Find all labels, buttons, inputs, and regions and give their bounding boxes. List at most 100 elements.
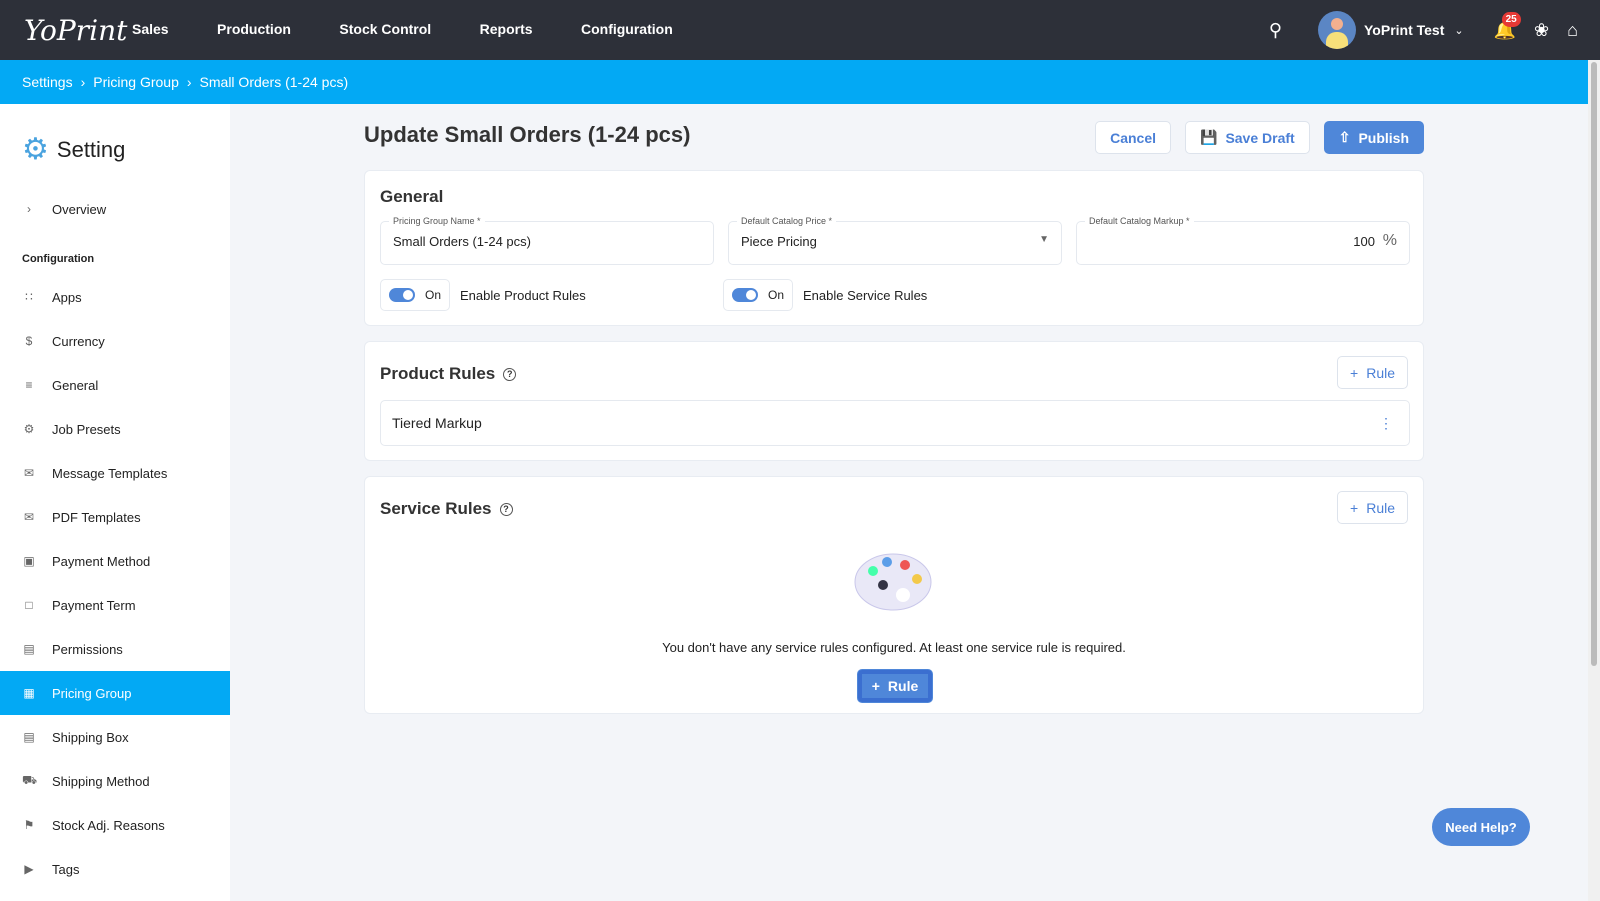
sidebar-item-general[interactable]: ≡ General (0, 363, 230, 407)
list-item[interactable]: Tiered Markup ⋮ (380, 400, 1410, 446)
add-rule-label: Rule (1366, 499, 1395, 516)
sidebar-icon: ⚙ (23, 422, 35, 436)
nav-sales[interactable]: Sales (132, 21, 169, 37)
breadcrumb-current: Small Orders (1-24 pcs) (199, 74, 349, 90)
sidebar-item-pdf-templates[interactable]: ✉ PDF Templates (0, 495, 230, 539)
sidebar-section: Configuration (22, 253, 95, 265)
chevron-right-icon: › (80, 74, 86, 90)
aperture-icon[interactable]: ❀ (1534, 20, 1549, 41)
notification-badge: 25 (1501, 11, 1521, 27)
field-label: Default Catalog Price * (737, 216, 837, 226)
add-rule-label: Rule (887, 678, 919, 694)
logo[interactable]: YoPrint (24, 14, 132, 47)
field-value: Small Orders (1-24 pcs) (393, 234, 531, 249)
sidebar-item-label: Payment Method (52, 553, 151, 569)
empty-state-message: You don't have any service rules configu… (662, 640, 1126, 655)
sidebar-item-payment-term[interactable]: □ Payment Term (0, 583, 230, 627)
field-value: Piece Pricing (741, 234, 817, 249)
nav-configuration[interactable]: Configuration (581, 21, 673, 37)
default-catalog-markup-field[interactable]: Default Catalog Markup * 100% (1076, 216, 1410, 265)
sidebar-item-shipping-method[interactable]: ⛟ Shipping Method (0, 759, 230, 803)
breadcrumb-pricing-group[interactable]: Pricing Group (93, 74, 179, 90)
sidebar-icon: $ (25, 334, 33, 348)
palette-illustration (854, 553, 932, 611)
sidebar-item-permissions[interactable]: ▤ Permissions (0, 627, 230, 671)
sidebar-item-job-presets[interactable]: ⚙ Job Presets (0, 407, 230, 451)
sidebar-item-label: Apps (52, 289, 82, 305)
more-vertical-icon[interactable]: ⋮ (1379, 415, 1393, 432)
sidebar-item-tags[interactable]: ▶ Tags (0, 847, 230, 891)
user-name[interactable]: YoPrint Test (1364, 22, 1444, 38)
product-rules-title: Product Rules (380, 364, 496, 383)
product-rules-card: Product Rules? + Rule Tiered Markup ⋮ (364, 341, 1424, 461)
help-icon[interactable]: ? (499, 502, 513, 516)
sidebar-item-label: Stock Adj. Reasons (52, 817, 165, 833)
general-card: General Pricing Group Name * Small Orders… (364, 170, 1424, 326)
field-label: Pricing Group Name * (389, 216, 485, 226)
chevron-right-icon: › (27, 202, 31, 216)
publish-button[interactable]: ⇧ Publish (1323, 121, 1424, 154)
sidebar-item-stock-adj-reasons[interactable]: ⚑ Stock Adj. Reasons (0, 803, 230, 847)
sidebar-icon: ⛟ (22, 773, 38, 787)
avatar[interactable] (1318, 11, 1356, 49)
sidebar-item-payment-method[interactable]: ▣ Payment Method (0, 539, 230, 583)
sidebar-item-label: Pricing Group (52, 685, 132, 701)
sidebar-item-message-templates[interactable]: ✉ Message Templates (0, 451, 230, 495)
sidebar-item-label: Payment Term (52, 597, 136, 613)
add-product-rule-button[interactable]: + Rule (1337, 356, 1408, 389)
breadcrumb-settings[interactable]: Settings (22, 74, 73, 90)
sidebar-item-currency[interactable]: $ Currency (0, 319, 230, 363)
bell-icon[interactable]: 🔔 25 (1494, 11, 1521, 41)
upload-icon: ⇧ (1338, 129, 1351, 145)
sidebar-title: Setting (56, 136, 126, 162)
scrollbar[interactable] (1588, 60, 1600, 901)
top-nav: YoPrint Sales Production Stock Control R… (0, 0, 1600, 60)
sidebar-icon: ▣ (23, 554, 35, 568)
sidebar-item-label: Currency (52, 333, 105, 349)
publish-label: Publish (1358, 129, 1409, 146)
sidebar-item-label: General (52, 377, 99, 393)
pricing-group-name-field[interactable]: Pricing Group Name * Small Orders (1-24 p… (380, 216, 714, 265)
sidebar-item-shipping-box[interactable]: ▤ Shipping Box (0, 715, 230, 759)
sidebar-item-overview[interactable]: › Overview (0, 187, 230, 231)
add-service-rule-button[interactable]: + Rule (1337, 491, 1408, 524)
search-icon[interactable]: ⚲ (1269, 20, 1282, 41)
help-icon[interactable]: ? (503, 367, 517, 381)
sidebar-icon: ✉ (23, 510, 35, 524)
add-service-rule-empty-button[interactable]: + Rule (857, 669, 933, 703)
sidebar-icon: ▤ (23, 642, 35, 656)
main: Update Small Orders (1-24 pcs) Cancel 💾 S… (364, 104, 1424, 714)
dropdown-arrow-icon: ▼ (1039, 234, 1049, 245)
sidebar-icon: □ (25, 598, 33, 612)
product-rules-toggle[interactable]: On (380, 279, 451, 311)
sidebar-item-label: Overview (52, 201, 107, 217)
add-rule-label: Rule (1366, 364, 1395, 381)
sidebar-item-apps[interactable]: ∷ Apps (0, 275, 230, 319)
save-draft-label: Save Draft (1225, 129, 1295, 146)
chevron-down-icon[interactable]: ⌄ (1454, 24, 1463, 37)
save-draft-button[interactable]: 💾 Save Draft (1185, 121, 1310, 154)
default-catalog-price-select[interactable]: Default Catalog Price * Piece Pricing ▼ (728, 216, 1062, 265)
sidebar: ⚙ Setting › Overview Configuration ∷ Apps $ C… (0, 104, 230, 901)
chevron-right-icon: › (186, 74, 192, 90)
cancel-button[interactable]: Cancel (1095, 121, 1171, 154)
home-icon[interactable]: ⌂ (1567, 20, 1578, 41)
nav-production[interactable]: Production (217, 21, 291, 37)
service-rules-title: Service Rules (380, 499, 492, 518)
field-label: Default Catalog Markup * (1085, 216, 1194, 226)
sidebar-item-label: Shipping Box (52, 729, 129, 745)
toggle-label: Enable Product Rules (460, 287, 586, 303)
sidebar-icon: ✉ (23, 466, 35, 480)
sidebar-icon: ▶ (24, 862, 34, 876)
need-help-button[interactable]: Need Help? (1432, 808, 1530, 846)
rule-name: Tiered Markup (392, 415, 482, 431)
gear-icon: ⚙ (22, 133, 49, 166)
nav-reports[interactable]: Reports (480, 21, 533, 37)
sidebar-item-pricing-group[interactable]: ▦ Pricing Group (0, 671, 230, 715)
service-rules-toggle[interactable]: On (723, 279, 794, 311)
general-title: General (380, 187, 444, 206)
sidebar-item-label: Job Presets (52, 421, 121, 437)
percent-icon: % (1382, 232, 1397, 249)
sidebar-icon: ▤ (23, 730, 35, 744)
nav-stock-control[interactable]: Stock Control (339, 21, 431, 37)
